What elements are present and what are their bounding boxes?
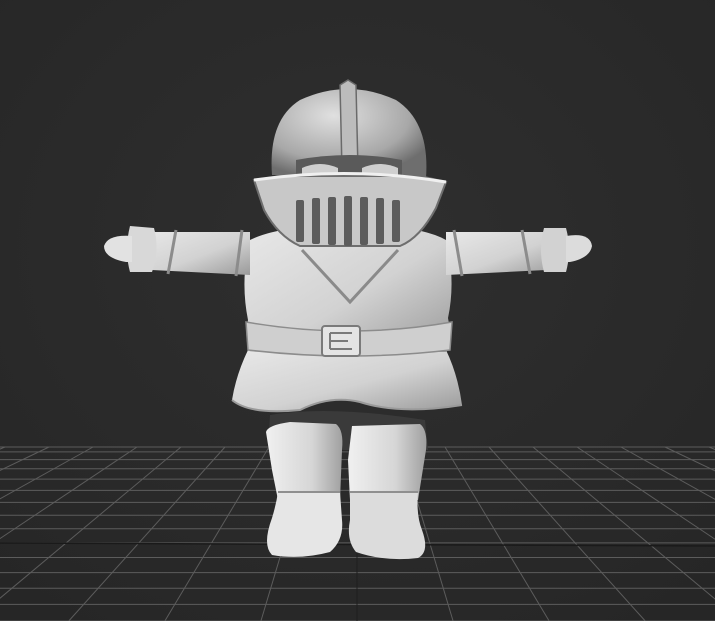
3d-viewport[interactable] [0, 0, 715, 621]
right-boot [348, 492, 426, 560]
viewport-canvas[interactable] [0, 0, 715, 621]
left-arm [139, 232, 250, 275]
left-leg [266, 422, 343, 500]
right-leg [348, 424, 427, 500]
right-cuff [541, 228, 569, 272]
left-boot [267, 492, 343, 557]
